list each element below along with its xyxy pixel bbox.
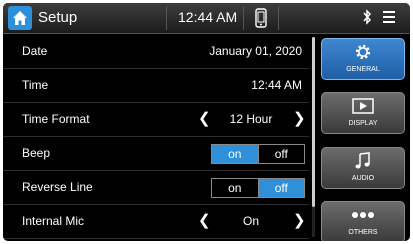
chevron-left-icon[interactable]: ❮ (198, 111, 211, 126)
chevron-right-icon[interactable]: ❯ (293, 213, 306, 228)
internal-mic-value: On (242, 214, 259, 228)
toggle-on[interactable]: on (212, 145, 258, 163)
beep-toggle[interactable]: on off (211, 144, 305, 164)
row-time[interactable]: Time 12:44 AM (3, 68, 309, 103)
screen: Setup 12:44 AM Date January 01, 2020 Tim… (3, 3, 410, 241)
chevron-left-icon[interactable]: ❮ (198, 213, 211, 228)
bluetooth-icon (363, 9, 372, 25)
display-icon (352, 98, 374, 114)
tab-label: AUDIO (351, 175, 375, 182)
gear-icon (355, 44, 371, 60)
divider (278, 6, 279, 30)
tab-label: DISPLAY (348, 120, 378, 127)
row-label: Date (22, 44, 48, 58)
settings-list: Date January 01, 2020 Time 12:44 AM Time… (3, 34, 313, 241)
reverse-line-toggle[interactable]: on off (211, 178, 305, 198)
home-button[interactable] (8, 6, 32, 30)
music-note-icon (355, 152, 370, 169)
divider (166, 6, 167, 30)
time-value: 12:44 AM (251, 78, 302, 92)
toggle-off[interactable]: off (258, 179, 304, 197)
row-label: Internal Mic (22, 214, 85, 228)
scrollbar-thumb[interactable] (312, 37, 315, 207)
row-label: Time Format (22, 112, 90, 126)
tab-audio[interactable]: AUDIO (321, 147, 405, 189)
page-title: Setup (38, 9, 78, 26)
top-bar: Setup 12:44 AM (3, 3, 410, 34)
toggle-on[interactable]: on (212, 179, 258, 197)
row-beep: Beep on off (3, 136, 309, 171)
row-date[interactable]: Date January 01, 2020 (3, 34, 309, 69)
row-label: Beep (22, 146, 51, 160)
row-internal-mic: Internal Mic ❮ On ❯ (3, 204, 309, 239)
date-value: January 01, 2020 (209, 44, 302, 58)
tab-general[interactable]: GENERAL (321, 38, 405, 80)
tab-display[interactable]: DISPLAY (321, 92, 405, 134)
chevron-right-icon[interactable]: ❯ (293, 111, 306, 126)
time-format-value: 12 Hour (229, 112, 273, 126)
row-label: Time (22, 78, 49, 92)
tab-label: GENERAL (346, 66, 380, 73)
row-label: Reverse Line (22, 180, 93, 194)
tab-label: OTHERS (348, 229, 378, 236)
clock-time: 12:44 AM (178, 9, 238, 25)
tab-others[interactable]: OTHERS (321, 201, 405, 241)
divider (243, 6, 244, 30)
more-icon (352, 212, 374, 218)
row-time-format: Time Format ❮ 12 Hour ❯ (3, 102, 309, 137)
phone-icon[interactable] (255, 8, 267, 28)
menu-icon[interactable] (383, 10, 395, 24)
home-icon (13, 11, 27, 25)
row-reverse-line: Reverse Line on off (3, 170, 309, 205)
toggle-off[interactable]: off (259, 145, 305, 163)
